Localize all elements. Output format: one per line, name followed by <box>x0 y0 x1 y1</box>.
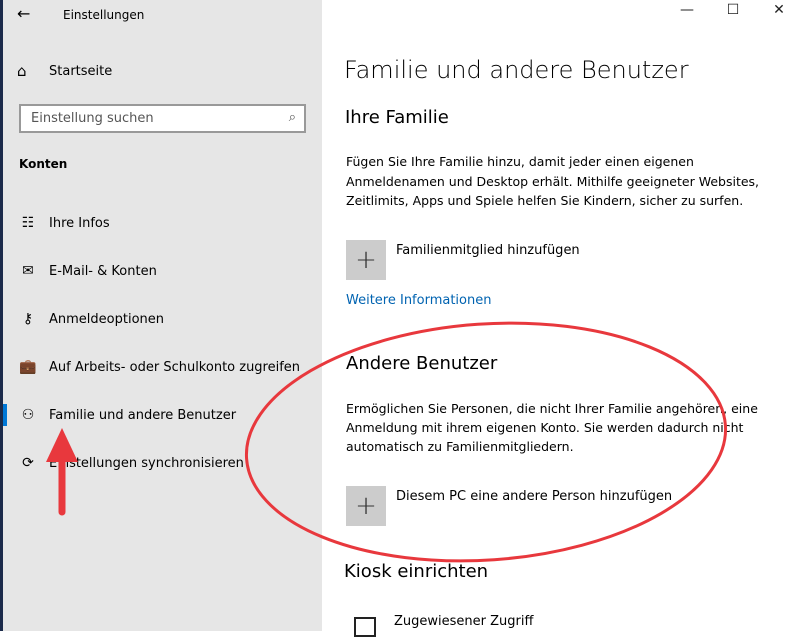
maximize-button[interactable]: ☐ <box>710 2 756 18</box>
kiosk-icon <box>354 617 376 637</box>
minimize-button[interactable]: — <box>664 2 710 18</box>
mail-icon: ✉ <box>22 263 34 279</box>
section-heading: Konten <box>19 157 68 171</box>
back-icon[interactable]: ← <box>17 4 30 23</box>
sidebar-item-label: Anmeldeoptionen <box>49 311 165 327</box>
sidebar-item-sync[interactable]: ⟳ Einstellungen synchronisieren <box>3 443 322 483</box>
briefcase-icon: 💼 <box>19 359 37 375</box>
search-icon: ⌕ <box>288 110 296 125</box>
assigned-access-link[interactable]: Zugewiesener Zugriff <box>394 614 533 629</box>
sync-icon: ⟳ <box>22 455 34 471</box>
sidebar-item-familie[interactable]: ⚇ Familie und andere Benutzer <box>3 395 322 435</box>
family-description: Fügen Sie Ihre Familie hinzu, damit jede… <box>346 154 760 208</box>
plus-icon: + <box>355 245 377 275</box>
home-link[interactable]: Startseite <box>49 64 112 79</box>
add-family-button[interactable]: + <box>346 240 386 280</box>
add-family-label[interactable]: Familienmitglied hinzufügen <box>396 243 580 258</box>
add-other-person-label[interactable]: Diesem PC eine andere Person hinzufügen <box>396 489 672 504</box>
sidebar-item-label: Auf Arbeits- oder Schulkonto zugreifen <box>49 359 301 375</box>
more-info-link[interactable]: Weitere Informationen <box>346 293 491 308</box>
search-input[interactable]: Einstellung suchen ⌕ <box>19 104 306 133</box>
others-heading: Andere Benutzer <box>346 353 498 374</box>
sidebar-item-arbeitskonto[interactable]: 💼 Auf Arbeits- oder Schulkonto zugreifen <box>3 347 322 387</box>
kiosk-heading: Kiosk einrichten <box>344 561 489 582</box>
sidebar-item-label: E-Mail- & Konten <box>49 263 157 279</box>
sidebar: ← Einstellungen ⌂ Startseite Einstellung… <box>3 0 322 631</box>
sidebar-item-email[interactable]: ✉ E-Mail- & Konten <box>3 251 322 291</box>
plus-icon: + <box>355 491 377 521</box>
sidebar-item-label: Familie und andere Benutzer <box>49 407 237 423</box>
contact-info-icon: ☷ <box>21 215 35 231</box>
selected-indicator <box>3 404 7 426</box>
home-icon: ⌂ <box>17 62 27 80</box>
page-title: Familie und andere Benutzer <box>344 56 689 84</box>
add-other-person-button[interactable]: + <box>346 486 386 526</box>
sidebar-item-anmeldeoptionen[interactable]: ⚷ Anmeldeoptionen <box>3 299 322 339</box>
key-icon: ⚷ <box>22 311 34 327</box>
main-content: — ☐ ✕ Familie und andere Benutzer Ihre F… <box>322 0 801 637</box>
family-heading: Ihre Familie <box>345 107 449 128</box>
others-description: Ermöglichen Sie Personen, die nicht Ihre… <box>346 401 758 454</box>
sidebar-item-label: Ihre Infos <box>49 215 110 231</box>
sidebar-item-ihre-infos[interactable]: ☷ Ihre Infos <box>3 203 322 243</box>
search-placeholder: Einstellung suchen <box>31 111 154 126</box>
window-title: Einstellungen <box>63 8 145 22</box>
add-person-icon: ⚇ <box>21 407 35 423</box>
sidebar-item-label: Einstellungen synchronisieren <box>49 455 244 471</box>
close-button[interactable]: ✕ <box>756 2 801 18</box>
